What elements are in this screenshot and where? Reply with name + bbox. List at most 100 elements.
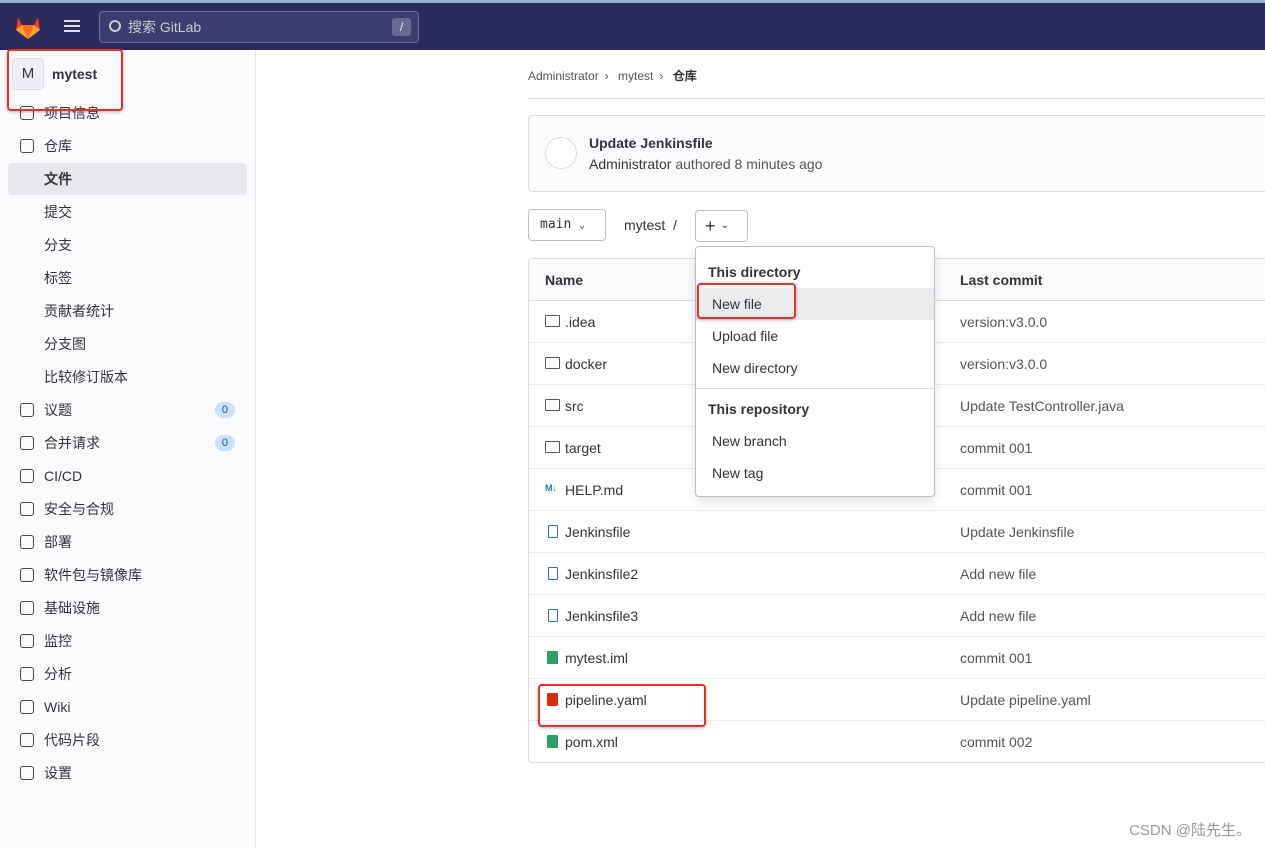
sidebar: M mytest 项目信息 仓库 文件 提交 分支 标签 贡献者统计 分支图 比较修订版本 议题 0…: [0, 50, 256, 848]
sidebar-item[interactable]: 合并请求 0: [8, 427, 247, 459]
sidebar-item[interactable]: 安全与合规: [8, 493, 247, 525]
sidebar-item-label: Wiki: [44, 699, 71, 715]
sidebar-item-label: 提交: [44, 204, 72, 220]
commit-meta: authored 8 minutes ago: [675, 156, 823, 172]
folder-icon: [545, 357, 560, 369]
folder-icon: [545, 399, 560, 411]
highlight-box: [7, 49, 123, 111]
sidebar-item[interactable]: 软件包与镜像库: [8, 559, 247, 591]
sidebar-item[interactable]: 设置: [8, 757, 247, 789]
sidebar-item[interactable]: 代码片段: [8, 724, 247, 756]
sidebar-item-label: 部署: [44, 534, 72, 550]
menu-item-new-tag[interactable]: New tag: [696, 457, 934, 489]
sidebar-item-label: 议题: [44, 402, 72, 418]
commit-title[interactable]: Update Jenkinsfile: [589, 135, 713, 151]
branch-name: main: [540, 217, 572, 232]
sidebar-item[interactable]: CI/CD: [8, 460, 247, 492]
menu-item-new-branch[interactable]: New branch: [696, 425, 934, 457]
sidebar-item[interactable]: 提交: [8, 196, 247, 228]
menu-item-new-directory[interactable]: New directory: [696, 352, 934, 384]
search-input[interactable]: 搜索 GitLab /: [99, 11, 419, 43]
add-dropdown-button[interactable]: + ⌄: [695, 210, 748, 242]
table-row: Jenkinsfile Update Jenkinsfile: [529, 511, 1265, 553]
sidebar-item[interactable]: Wiki: [8, 691, 247, 723]
file-name-link[interactable]: src: [565, 398, 584, 414]
commit-author[interactable]: Administrator: [589, 156, 671, 172]
search-placeholder: 搜索 GitLab: [128, 19, 202, 35]
sidebar-item[interactable]: 基础设施: [8, 592, 247, 624]
package-icon: [20, 568, 34, 582]
sidebar-item-label: 合并请求: [44, 435, 100, 451]
table-row: pom.xml commit 002: [529, 721, 1265, 762]
sidebar-item-label: 仓库: [44, 138, 72, 154]
sidebar-item[interactable]: 议题 0: [8, 394, 247, 426]
commit-message-link[interactable]: commit 001: [960, 440, 1032, 456]
file-icon: [548, 609, 558, 622]
breadcrumb-item[interactable]: mytest: [618, 69, 653, 83]
sidebar-item[interactable]: 文件: [8, 163, 247, 195]
commit-message-link[interactable]: Add new file: [960, 566, 1036, 582]
shortcut-hint: /: [392, 18, 411, 36]
file-name-link[interactable]: pom.xml: [565, 734, 618, 750]
breadcrumb-item[interactable]: 仓库: [673, 69, 697, 83]
sidebar-item[interactable]: 仓库: [8, 130, 247, 162]
file-name-link[interactable]: Jenkinsfile: [565, 524, 630, 540]
commit-message-link[interactable]: Update TestController.java: [960, 398, 1124, 414]
folder-icon: [545, 315, 560, 327]
sidebar-item[interactable]: 标签: [8, 262, 247, 294]
file-name-link[interactable]: .idea: [565, 314, 595, 330]
gear-icon: [20, 766, 34, 780]
chevron-down-icon: ⌄: [579, 220, 586, 231]
sidebar-item-label: 贡献者统计: [44, 303, 114, 319]
sidebar-item[interactable]: 分支: [8, 229, 247, 261]
menu-icon[interactable]: [64, 20, 80, 32]
file-name-link[interactable]: docker: [565, 356, 607, 372]
sidebar-item-label: 文件: [44, 171, 72, 187]
top-bar: 搜索 GitLab /: [0, 0, 1265, 50]
last-commit-panel: Update Jenkinsfile Administrator authore…: [528, 115, 1265, 192]
chart-icon: [20, 667, 34, 681]
commit-message-link[interactable]: commit 002: [960, 734, 1032, 750]
sidebar-item-label: 分析: [44, 666, 72, 682]
commit-message-link[interactable]: Add new file: [960, 608, 1036, 624]
column-name: Name: [545, 272, 584, 288]
menu-item-upload-file[interactable]: Upload file: [696, 320, 934, 352]
file-name-link[interactable]: HELP.md: [565, 482, 623, 498]
file-name-link[interactable]: Jenkinsfile2: [565, 566, 638, 582]
count-badge: 0: [214, 402, 235, 418]
sidebar-item[interactable]: 分析: [8, 658, 247, 690]
commit-message-link[interactable]: Update pipeline.yaml: [960, 692, 1091, 708]
plus-icon: +: [705, 216, 716, 236]
xml-icon: [547, 651, 558, 664]
sidebar-item[interactable]: 监控: [8, 625, 247, 657]
commit-message-link[interactable]: commit 001: [960, 482, 1032, 498]
sidebar-item-label: 软件包与镜像库: [44, 567, 142, 583]
commit-message-link[interactable]: version:v3.0.0: [960, 356, 1047, 372]
dropdown-section-header: This directory: [708, 264, 801, 280]
file-name-link[interactable]: target: [565, 440, 601, 456]
rocket-icon: [20, 469, 34, 483]
sidebar-item[interactable]: 比较修订版本: [8, 361, 247, 393]
markdown-icon: M↓: [545, 483, 557, 493]
file-name-link[interactable]: mytest.iml: [565, 650, 628, 666]
sidebar-item-label: CI/CD: [44, 468, 83, 484]
sidebar-item[interactable]: 贡献者统计: [8, 295, 247, 327]
gitlab-logo-icon[interactable]: [14, 14, 42, 40]
divider: [528, 98, 1265, 99]
folder-icon: [545, 441, 560, 453]
path-root[interactable]: mytest: [624, 217, 665, 233]
commit-message-link[interactable]: Update Jenkinsfile: [960, 524, 1074, 540]
watermark: CSDN @陆先生。: [1129, 822, 1251, 839]
commit-message-link[interactable]: version:v3.0.0: [960, 314, 1047, 330]
commit-message-link[interactable]: commit 001: [960, 650, 1032, 666]
sidebar-item[interactable]: 部署: [8, 526, 247, 558]
sidebar-item[interactable]: 分支图: [8, 328, 247, 360]
count-badge: 0: [214, 435, 235, 451]
breadcrumb-item[interactable]: Administrator: [528, 69, 599, 83]
path-separator: /: [673, 217, 677, 233]
sidebar-item-label: 分支: [44, 237, 72, 253]
file-icon: [548, 525, 558, 538]
file-name-link[interactable]: Jenkinsfile3: [565, 608, 638, 624]
scissors-icon: [20, 733, 34, 747]
branch-selector[interactable]: main ⌄: [528, 209, 606, 241]
